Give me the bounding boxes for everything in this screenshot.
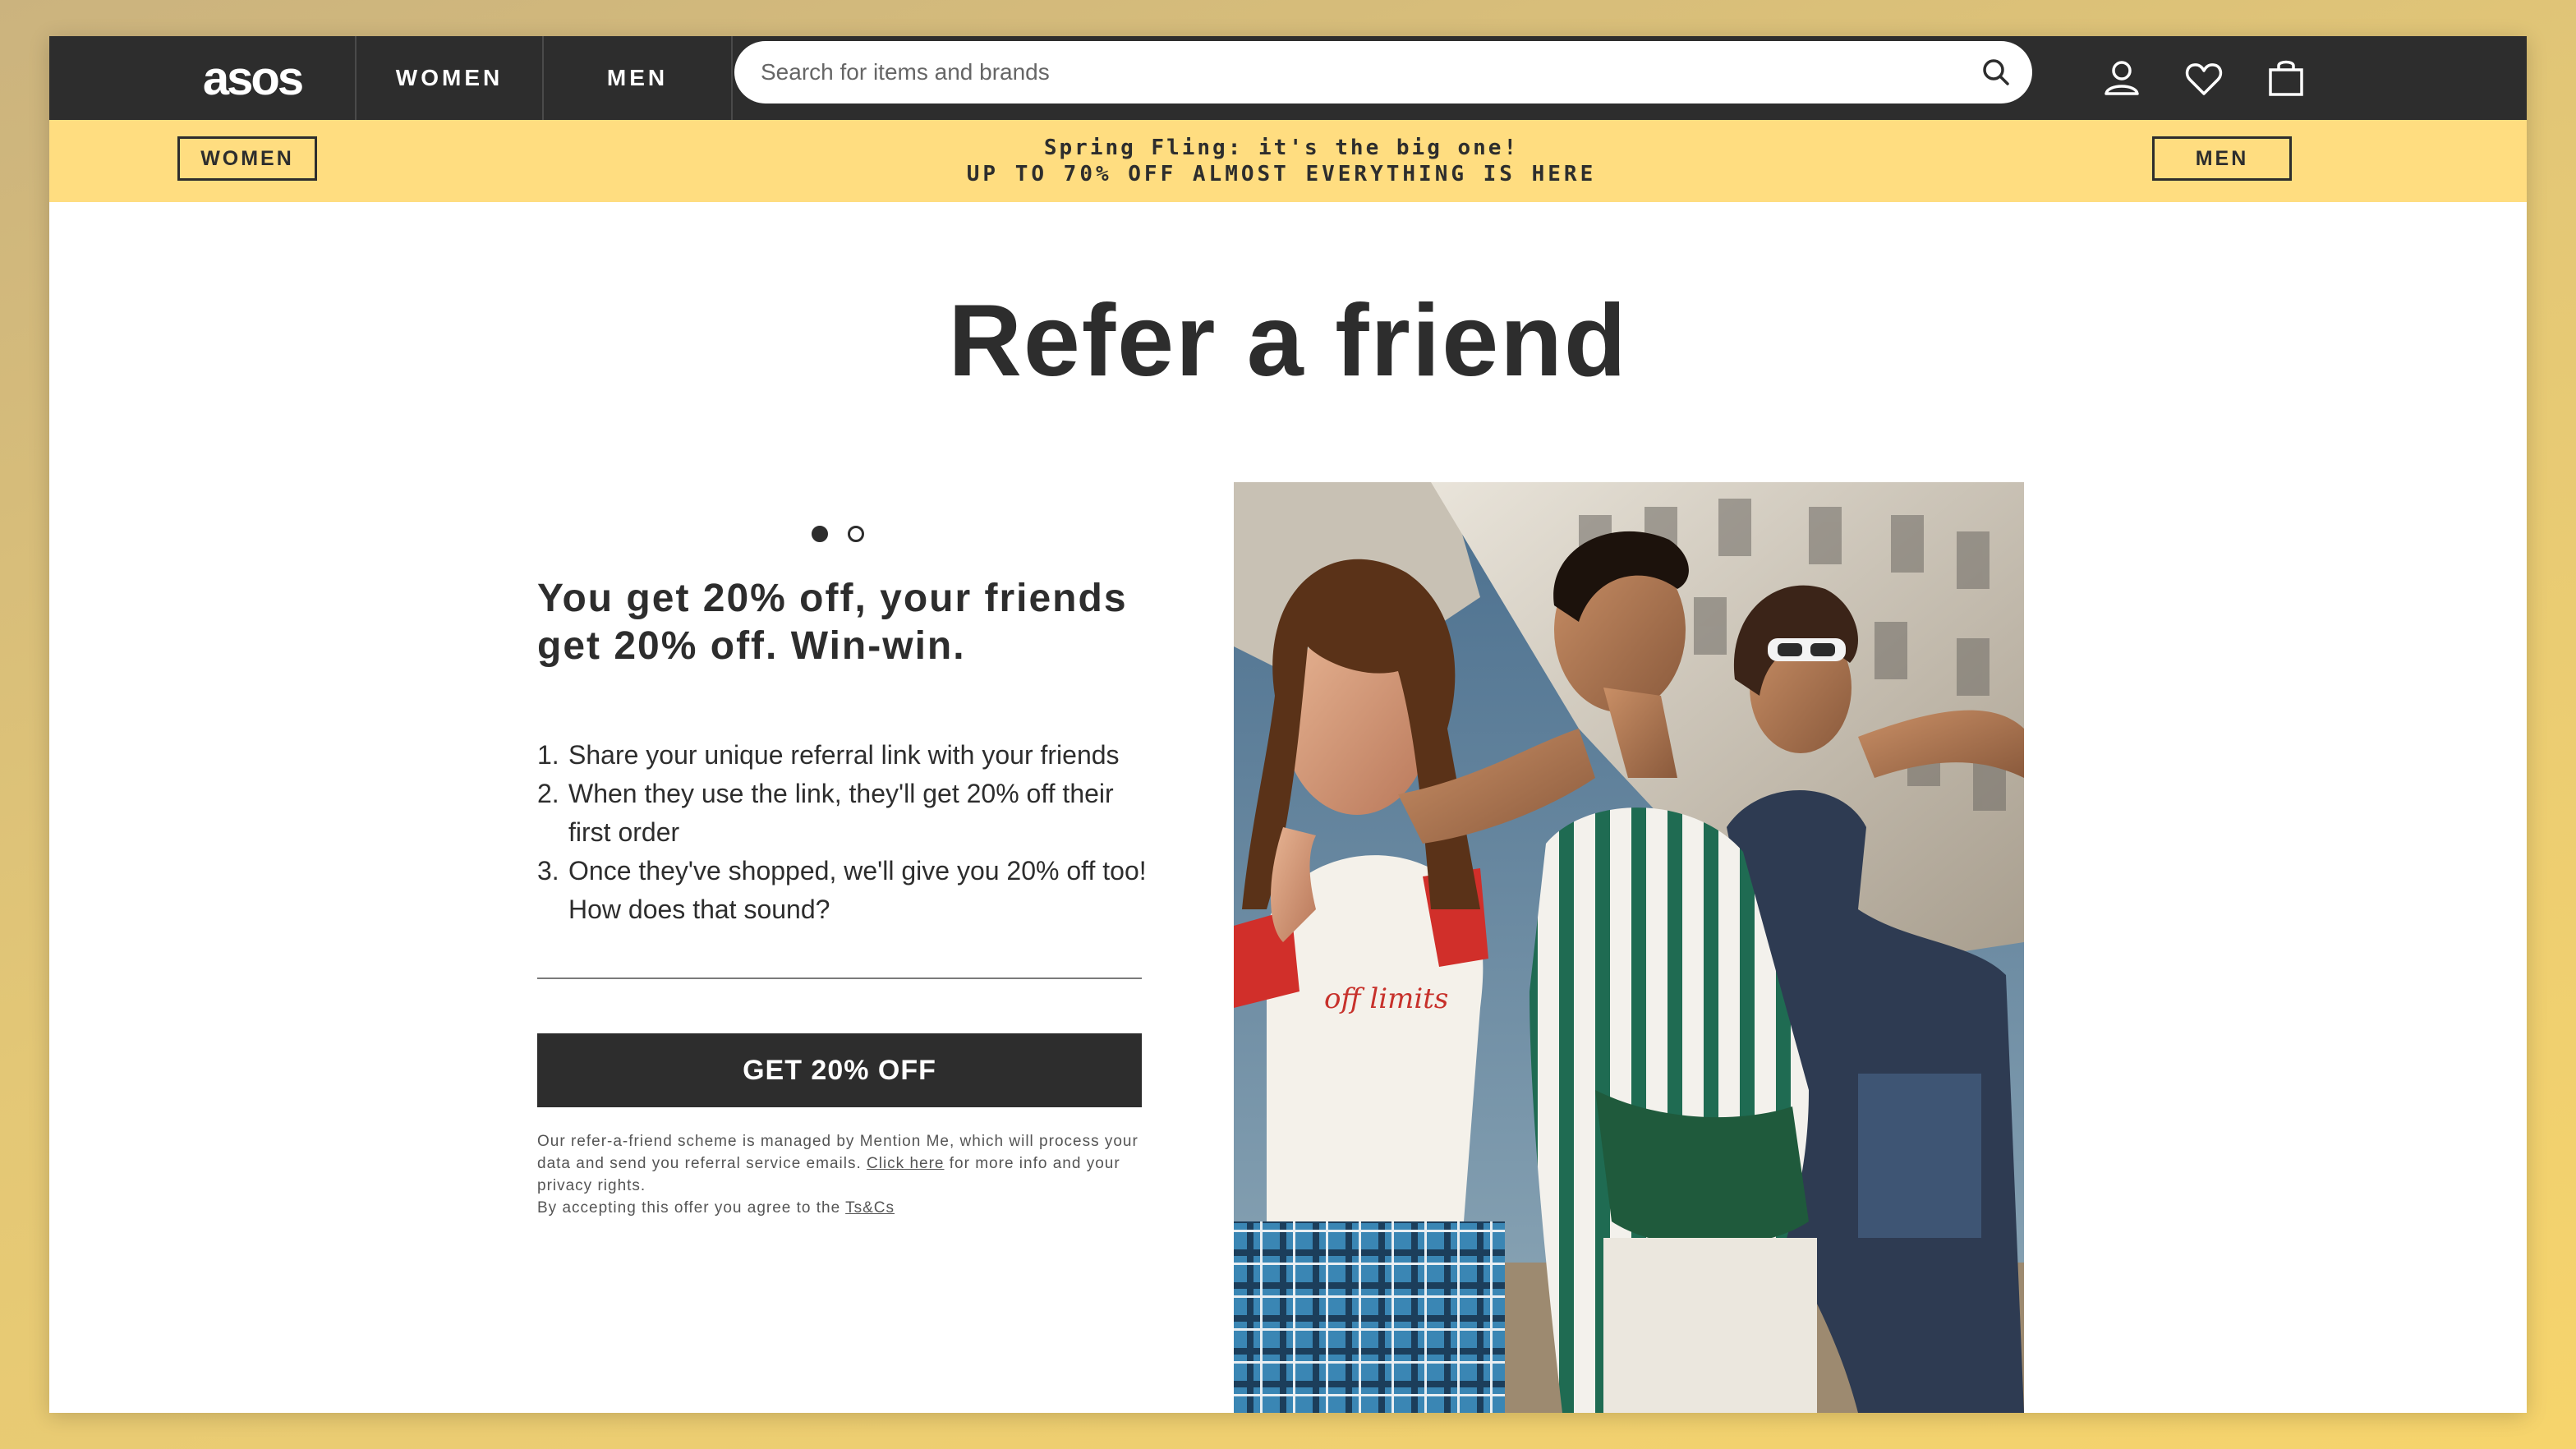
step-text: Once they've shopped, we'll give you 20%… xyxy=(568,856,1147,924)
top-nav: asos WOMEN MEN Search for items and bran… xyxy=(49,36,2527,120)
get-20-off-button[interactable]: GET 20% OFF xyxy=(537,1033,1142,1107)
carousel-dots xyxy=(812,522,864,545)
steps-list: 1. Share your unique referral link with … xyxy=(537,736,1162,929)
heart-icon[interactable] xyxy=(2182,56,2226,100)
step-number: 2. xyxy=(537,779,559,808)
offer-headline: You get 20% off, your friends get 20% of… xyxy=(537,577,1128,668)
promo-headline: Spring Fling: it's the big one! xyxy=(1043,136,1520,160)
promo-text[interactable]: Spring Fling: it's the big one! UP TO 70… xyxy=(789,135,1774,187)
step-number: 3. xyxy=(537,856,559,886)
hero-image: off limits xyxy=(1234,482,2024,1413)
svg-text:off limits: off limits xyxy=(1324,982,1448,1015)
promo-women-button[interactable]: WOMEN xyxy=(177,136,317,181)
list-item: 1. Share your unique referral link with … xyxy=(537,736,1162,775)
nav-divider xyxy=(731,36,733,120)
account-icon[interactable] xyxy=(2100,56,2144,100)
step-text: Share your unique referral link with you… xyxy=(568,740,1120,770)
tcs-link[interactable]: Ts&Cs xyxy=(845,1199,895,1217)
promo-banner: WOMEN Spring Fling: it's the big one! UP… xyxy=(49,120,2527,202)
list-item: 2. When they use the link, they'll get 2… xyxy=(537,775,1162,852)
divider xyxy=(537,978,1142,979)
nav-men-link[interactable]: MEN xyxy=(544,36,731,120)
search-input[interactable]: Search for items and brands xyxy=(761,59,1980,85)
page-title: Refer a friend xyxy=(948,284,1628,398)
carousel-dot-1[interactable] xyxy=(812,526,828,542)
click-here-link[interactable]: Click here xyxy=(867,1155,944,1172)
search-icon[interactable] xyxy=(1980,56,2012,89)
step-number: 1. xyxy=(537,740,559,770)
promo-men-button[interactable]: MEN xyxy=(2152,136,2292,181)
fine-print: Our refer-a-friend scheme is managed by … xyxy=(537,1130,1145,1219)
list-item: 3. Once they've shopped, we'll give you … xyxy=(537,852,1162,929)
asos-logo[interactable]: asos xyxy=(163,49,342,107)
bag-icon[interactable] xyxy=(2264,56,2308,100)
carousel-dot-2[interactable] xyxy=(848,526,864,542)
nav-women-link[interactable]: WOMEN xyxy=(356,36,542,120)
search-bar[interactable]: Search for items and brands xyxy=(734,41,2032,104)
friends-photo-illustration: off limits xyxy=(1234,482,2024,1413)
promo-subline: UP TO 70% OFF ALMOST EVERYTHING IS HERE xyxy=(966,162,1597,186)
fine-print-text: By accepting this offer you agree to the xyxy=(537,1199,846,1217)
browser-window: asos WOMEN MEN Search for items and bran… xyxy=(49,36,2527,1413)
step-text: When they use the link, they'll get 20% … xyxy=(568,779,1114,847)
